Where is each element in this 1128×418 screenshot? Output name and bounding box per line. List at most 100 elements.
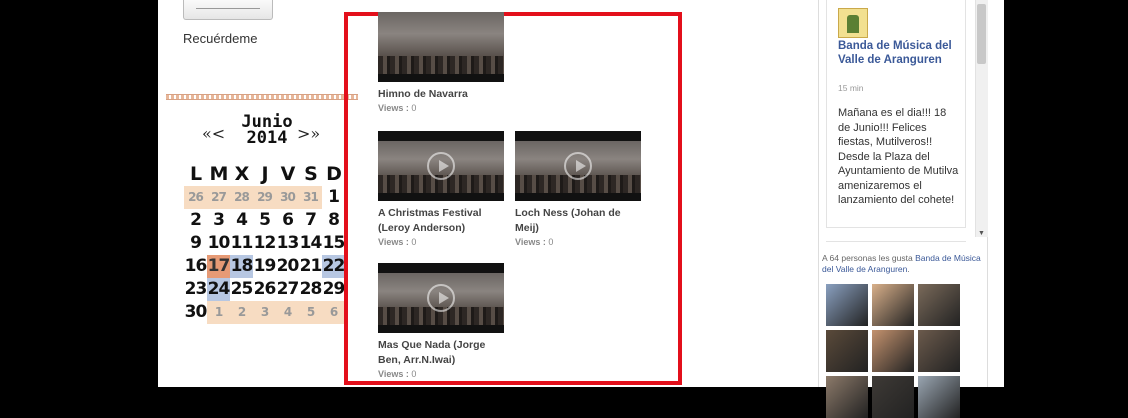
fan-avatar[interactable] bbox=[826, 330, 868, 372]
post-timestamp[interactable]: 15 min bbox=[838, 83, 864, 93]
video-thumbnail[interactable] bbox=[378, 263, 504, 333]
calendar-title: Junio 2014 bbox=[237, 114, 297, 148]
calendar-day[interactable]: 14 bbox=[299, 232, 323, 255]
calendar-day[interactable]: 1 bbox=[207, 301, 230, 324]
calendar-day[interactable]: 4 bbox=[276, 301, 299, 324]
login-button[interactable] bbox=[183, 0, 273, 20]
calendar-day[interactable]: 8 bbox=[322, 209, 345, 232]
video-views: Views : 0 bbox=[378, 369, 417, 379]
play-icon bbox=[564, 152, 592, 180]
calendar-weekday: X bbox=[234, 163, 250, 185]
calendar-day[interactable]: 25 bbox=[230, 278, 254, 301]
calendar-day[interactable]: 18 bbox=[230, 255, 253, 278]
calendar-weekday: L bbox=[189, 163, 202, 185]
video-title[interactable]: Himno de Navarra bbox=[378, 87, 504, 102]
calendar-day[interactable]: 17 bbox=[207, 255, 230, 278]
calendar-day[interactable]: 6 bbox=[276, 209, 299, 232]
band-logo-icon[interactable] bbox=[838, 8, 868, 38]
video-thumbnail[interactable] bbox=[378, 131, 504, 201]
feed-scrollbar-thumb[interactable] bbox=[977, 4, 986, 64]
remember-me-label[interactable]: Recuérdeme bbox=[183, 31, 257, 46]
calendar-day[interactable]: 7 bbox=[299, 209, 322, 232]
play-icon bbox=[427, 152, 455, 180]
play-icon bbox=[427, 284, 455, 312]
calendar-day[interactable]: 3 bbox=[253, 301, 276, 324]
facebook-page-name[interactable]: Banda de Música del Valle de Aranguren bbox=[838, 39, 956, 67]
calendar-day[interactable]: 26 bbox=[253, 278, 277, 301]
calendar-weekday: D bbox=[326, 163, 342, 185]
calendar-day[interactable]: 22 bbox=[322, 255, 345, 278]
calendar-day[interactable]: 21 bbox=[299, 255, 323, 278]
calendar-day[interactable]: 5 bbox=[253, 209, 276, 232]
calendar-week-row: 23 24 25 26 27 28 29 bbox=[184, 278, 348, 301]
video-item[interactable]: Himno de Navarra Views : 0 bbox=[378, 12, 504, 113]
calendar-weekday-row: LMXJVSD bbox=[184, 163, 348, 186]
calendar-day[interactable]: 27 bbox=[207, 186, 230, 209]
calendar-day[interactable]: 30 bbox=[276, 186, 299, 209]
divider bbox=[826, 241, 966, 242]
calendar-day[interactable]: 28 bbox=[230, 186, 253, 209]
calendar-day[interactable]: 29 bbox=[322, 278, 346, 301]
calendar-week-row: 2345678 bbox=[184, 209, 348, 232]
calendar-day[interactable]: 31 bbox=[299, 186, 322, 209]
calendar-grid: LMXJVSD 26 27 28 29 30 31 1 2 3 4 5 6 7 8 9 10 11 12 13 14 1… bbox=[184, 163, 348, 324]
calendar-day[interactable]: 9 bbox=[184, 232, 207, 255]
fan-avatar[interactable] bbox=[826, 376, 868, 418]
calendar-day[interactable]: 16 bbox=[184, 255, 208, 278]
video-views: Views : 0 bbox=[378, 237, 417, 247]
video-item[interactable]: A Christmas Festival (Leroy Anderson) Vi… bbox=[378, 131, 504, 247]
fan-avatar[interactable] bbox=[918, 284, 960, 326]
calendar-weekday: M bbox=[209, 163, 229, 185]
video-title[interactable]: Loch Ness (Johan de Meij) bbox=[515, 206, 641, 236]
video-item[interactable]: Mas Que Nada (Jorge Ben, Arr.N.Iwai) Vie… bbox=[378, 263, 504, 379]
calendar-day[interactable]: 4 bbox=[230, 209, 253, 232]
calendar-week-row: 9 10 11 12 13 14 15 bbox=[184, 232, 348, 255]
video-title[interactable]: A Christmas Festival (Leroy Anderson) bbox=[378, 206, 504, 236]
likes-summary: A 64 personas les gusta Banda de Música … bbox=[822, 253, 981, 274]
calendar-day[interactable]: 3 bbox=[207, 209, 230, 232]
calendar-day[interactable]: 26 bbox=[184, 186, 207, 209]
fan-avatar[interactable] bbox=[872, 284, 914, 326]
post-text: Mañana es el dia!!! 18 de Junio!!! Felic… bbox=[838, 107, 959, 206]
calendar-year: 2014 bbox=[246, 128, 288, 148]
calendar-day[interactable]: 28 bbox=[299, 278, 323, 301]
calendar-prev-button[interactable]: «< bbox=[202, 124, 225, 143]
video-thumbnail[interactable] bbox=[515, 131, 641, 201]
video-title[interactable]: Mas Que Nada (Jorge Ben, Arr.N.Iwai) bbox=[378, 338, 504, 368]
calendar-day[interactable]: 10 bbox=[207, 232, 231, 255]
calendar-day[interactable]: 1 bbox=[322, 186, 345, 209]
fan-avatar[interactable] bbox=[872, 376, 914, 418]
calendar-week-row: 26 27 28 29 30 31 1 bbox=[184, 186, 348, 209]
calendar-day[interactable]: 29 bbox=[253, 186, 276, 209]
calendar-week-row: 16 17 18 19 20 21 22 bbox=[184, 255, 348, 278]
calendar-day[interactable]: 6 bbox=[322, 301, 345, 324]
calendar-day[interactable]: 19 bbox=[253, 255, 277, 278]
calendar-day[interactable]: 2 bbox=[230, 301, 253, 324]
calendar-next-button[interactable]: >» bbox=[297, 124, 320, 143]
calendar-day[interactable]: 24 bbox=[207, 278, 230, 301]
section-divider bbox=[166, 94, 358, 100]
calendar-weekday: V bbox=[280, 163, 296, 185]
calendar-day[interactable]: 2 bbox=[184, 209, 207, 232]
video-views: Views : 0 bbox=[378, 103, 417, 113]
video-views: Views : 0 bbox=[515, 237, 554, 247]
calendar-day[interactable]: 11 bbox=[230, 232, 254, 255]
calendar-weekday: S bbox=[304, 163, 318, 185]
fan-avatar[interactable] bbox=[918, 376, 960, 418]
calendar-day[interactable]: 30 bbox=[184, 301, 208, 324]
video-item[interactable]: Loch Ness (Johan de Meij) Views : 0 bbox=[515, 131, 641, 247]
video-thumbnail[interactable] bbox=[378, 12, 504, 82]
calendar-day[interactable]: 5 bbox=[299, 301, 322, 324]
fan-avatar[interactable] bbox=[826, 284, 868, 326]
calendar-day[interactable]: 20 bbox=[276, 255, 300, 278]
fan-avatars bbox=[826, 284, 966, 418]
fan-avatar[interactable] bbox=[872, 330, 914, 372]
calendar-day[interactable]: 13 bbox=[276, 232, 300, 255]
calendar-day[interactable]: 12 bbox=[253, 232, 277, 255]
calendar-day[interactable]: 15 bbox=[322, 232, 346, 255]
calendar-day[interactable]: 23 bbox=[184, 278, 208, 301]
calendar-day[interactable]: 27 bbox=[276, 278, 300, 301]
calendar-weekday: J bbox=[261, 163, 268, 185]
fan-avatar[interactable] bbox=[918, 330, 960, 372]
scroll-down-arrow-icon[interactable]: ▼ bbox=[978, 230, 985, 237]
